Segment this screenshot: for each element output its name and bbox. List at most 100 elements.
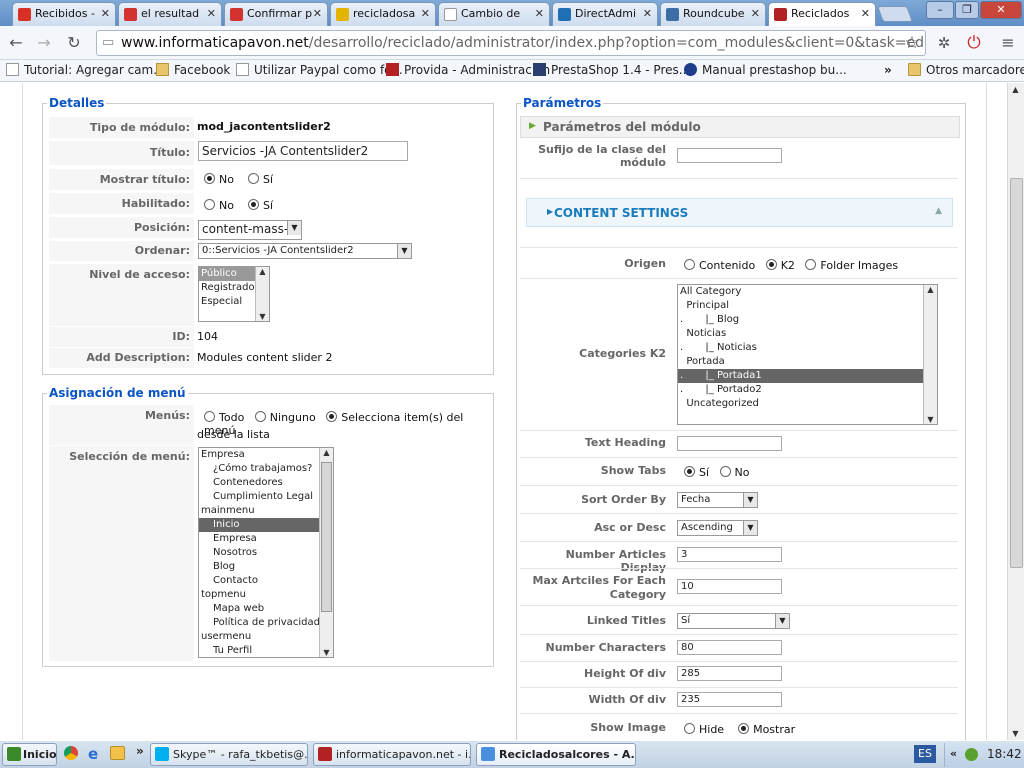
max-articles-input[interactable]: 10 xyxy=(677,579,782,594)
scroll-up-icon[interactable]: ▲ xyxy=(923,285,937,294)
scroll-up-icon[interactable]: ▲ xyxy=(255,267,269,276)
reload-icon[interactable]: ↻ xyxy=(64,33,84,53)
menu-list-item[interactable]: Contenedores xyxy=(199,476,333,490)
browser-tab[interactable]: Reciclados ✕ xyxy=(768,2,876,27)
tab-close-icon[interactable]: ✕ xyxy=(101,7,110,20)
browser-tab[interactable]: el resultad ✕ xyxy=(118,2,222,26)
linked-titles-select[interactable]: Sí ▼ xyxy=(677,613,790,629)
clock[interactable]: 18:42 xyxy=(987,747,1022,761)
nivel-acceso-listbox[interactable]: Público Registrado Especial ▲ ▼ xyxy=(198,266,270,322)
tab-close-icon[interactable]: ✕ xyxy=(313,7,322,20)
scroll-up-icon[interactable]: ▲ xyxy=(319,448,333,457)
close-window-button[interactable]: ✕ xyxy=(980,1,1022,19)
category-list-item[interactable]: Portada xyxy=(678,355,937,369)
tab-close-icon[interactable]: ✕ xyxy=(421,7,430,20)
scroll-down-icon[interactable]: ▼ xyxy=(319,648,333,657)
menu-list-item[interactable]: Tu Perfil xyxy=(199,644,333,657)
mostrar-si-radio[interactable] xyxy=(247,173,259,184)
scroll-down-icon[interactable]: ▼ xyxy=(255,312,269,321)
ie-icon[interactable]: e xyxy=(88,745,98,763)
width-div-input[interactable]: 235 xyxy=(677,692,782,707)
tab-close-icon[interactable]: ✕ xyxy=(207,7,216,20)
category-list-item[interactable]: . |_ Portado2 xyxy=(678,383,937,397)
browser-tab[interactable]: DirectAdmi ✕ xyxy=(552,2,658,26)
category-list-item[interactable]: . |_ Blog xyxy=(678,313,937,327)
content-settings-panel[interactable]: ▶ CONTENT SETTINGS ▲ xyxy=(526,198,953,227)
sufijo-input[interactable] xyxy=(677,148,782,163)
scroll-thumb[interactable] xyxy=(1010,178,1023,568)
address-bar[interactable]: ▭ www.informaticapavon.net/desarrollo/re… xyxy=(96,30,926,56)
new-tab-button[interactable] xyxy=(877,6,913,22)
browser-tab[interactable]: Confirmar p ✕ xyxy=(224,2,328,26)
selecciona-radio[interactable] xyxy=(326,411,338,422)
scroll-thumb[interactable] xyxy=(321,462,332,612)
ordenar-select[interactable]: 0::Servicios -JA Contentslider2 ▼ xyxy=(198,243,412,259)
extension-icon[interactable]: ✲ xyxy=(934,33,954,53)
stop-icon[interactable]: ⏻ xyxy=(964,33,984,53)
bookmark-item[interactable]: Utilizar Paypal como fo... xyxy=(236,63,403,77)
browser-tab[interactable]: Cambio de ✕ xyxy=(438,2,550,26)
asc-desc-select[interactable]: Ascending ▼ xyxy=(677,520,758,536)
number-characters-input[interactable]: 80 xyxy=(677,640,782,655)
taskbar-task[interactable]: Recicladosalcores - A... xyxy=(476,743,636,766)
language-indicator[interactable]: ES xyxy=(914,745,936,763)
folder-icon[interactable] xyxy=(110,746,125,760)
menu-list-item[interactable]: Inicio xyxy=(199,518,333,532)
menu-list-item[interactable]: Empresa xyxy=(199,532,333,546)
habilitado-no-radio[interactable] xyxy=(204,199,215,210)
taskbar-task[interactable]: informaticapavon.net - i... xyxy=(313,743,471,766)
category-list-item[interactable]: . |_ Noticias xyxy=(678,341,937,355)
menu-icon[interactable]: ≡ xyxy=(998,33,1018,53)
maximize-button[interactable]: ❐ xyxy=(955,1,979,19)
page-scrollbar[interactable]: ▲ ▼ xyxy=(1007,83,1024,740)
menu-list-item[interactable]: mainmenu xyxy=(199,504,333,518)
origen-k2-radio[interactable] xyxy=(765,259,777,270)
category-list-item[interactable]: Principal xyxy=(678,299,937,313)
text-heading-input[interactable] xyxy=(677,436,782,451)
category-list-item[interactable]: Noticias xyxy=(678,327,937,341)
tab-close-icon[interactable]: ✕ xyxy=(861,7,870,20)
menu-list-item[interactable]: ¿Cómo trabajamos? xyxy=(199,462,333,476)
parametros-modulo-panel[interactable]: ▶ Parámetros del módulo xyxy=(520,116,960,138)
tab-close-icon[interactable]: ✕ xyxy=(643,7,652,20)
browser-tab[interactable]: Recibidos - ✕ xyxy=(12,2,116,26)
taskbar-task[interactable]: Skype™ - rafa_tkbetis@... xyxy=(150,743,308,766)
bookmark-item[interactable]: Facebook xyxy=(156,63,230,77)
categories-k2-listbox[interactable]: All Category Principal. |_ Blog Noticias… xyxy=(677,284,938,425)
todo-radio[interactable] xyxy=(204,411,215,422)
sort-order-select[interactable]: Fecha ▼ xyxy=(677,492,758,508)
bookmark-item[interactable]: Provida - Administración xyxy=(386,63,550,77)
category-list-item[interactable]: Uncategorized xyxy=(678,397,937,411)
scrollbar[interactable]: ▲ ▼ xyxy=(319,448,333,657)
menu-list-item[interactable]: Blog xyxy=(199,560,333,574)
tab-close-icon[interactable]: ✕ xyxy=(535,7,544,20)
network-icon[interactable] xyxy=(965,748,978,761)
menu-list-item[interactable]: Empresa xyxy=(199,448,333,462)
tray-expand-icon[interactable]: « xyxy=(950,747,957,760)
show-tabs-no-radio[interactable] xyxy=(719,466,731,477)
other-bookmarks[interactable]: Otros marcadores xyxy=(908,63,1024,77)
forward-icon[interactable]: → xyxy=(34,33,54,53)
scrollbar[interactable]: ▲ ▼ xyxy=(923,285,937,424)
ninguno-radio[interactable] xyxy=(254,411,266,422)
show-tabs-si-radio[interactable] xyxy=(684,466,695,477)
number-articles-input[interactable]: 3 xyxy=(677,547,782,562)
menu-list-item[interactable]: Política de privacidad xyxy=(199,616,333,630)
habilitado-si-radio[interactable] xyxy=(247,199,259,210)
height-div-input[interactable]: 285 xyxy=(677,666,782,681)
origen-folder-radio[interactable] xyxy=(805,259,817,270)
menu-list-item[interactable]: Contacto xyxy=(199,574,333,588)
menu-list-item[interactable]: Cumplimiento Legal xyxy=(199,490,333,504)
show-image-hide-radio[interactable] xyxy=(684,723,695,734)
category-list-item[interactable]: . |_ Portada1 xyxy=(678,369,937,383)
start-button[interactable]: Inicio xyxy=(2,743,57,766)
browser-tab[interactable]: recicladosa ✕ xyxy=(330,2,436,26)
category-list-item[interactable]: All Category xyxy=(678,285,937,299)
bookmark-item[interactable]: PrestaShop 1.4 - Pres... xyxy=(533,63,690,77)
origen-contenido-radio[interactable] xyxy=(684,259,695,270)
browser-tab[interactable]: Roundcube ✕ xyxy=(660,2,766,26)
menu-list-item[interactable]: Mapa web xyxy=(199,602,333,616)
scroll-up-icon[interactable]: ▲ xyxy=(1008,85,1023,94)
titulo-input[interactable]: Servicios -JA Contentslider2 xyxy=(198,141,408,161)
posicion-select[interactable]: content-mass-to ▼ xyxy=(198,220,302,240)
